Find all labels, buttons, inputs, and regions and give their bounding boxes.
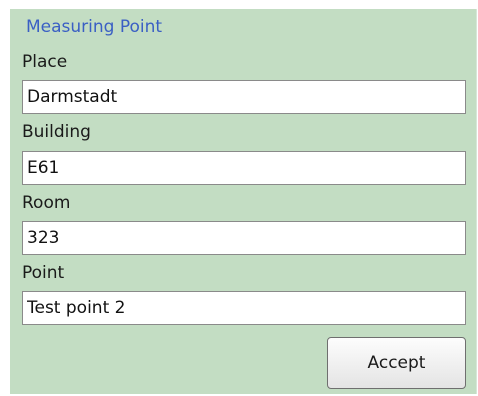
point-label: Point bbox=[22, 263, 65, 283]
building-label: Building bbox=[22, 122, 91, 142]
room-label: Room bbox=[22, 193, 71, 213]
place-label: Place bbox=[22, 52, 68, 72]
room-field[interactable] bbox=[22, 221, 466, 255]
accept-button[interactable]: Accept bbox=[327, 337, 466, 389]
group-title: Measuring Point bbox=[26, 17, 163, 37]
place-field[interactable] bbox=[22, 80, 466, 114]
building-field[interactable] bbox=[22, 151, 466, 185]
point-field[interactable] bbox=[22, 291, 466, 325]
measuring-point-panel: Measuring Point Place Building Room Poin… bbox=[10, 9, 477, 394]
